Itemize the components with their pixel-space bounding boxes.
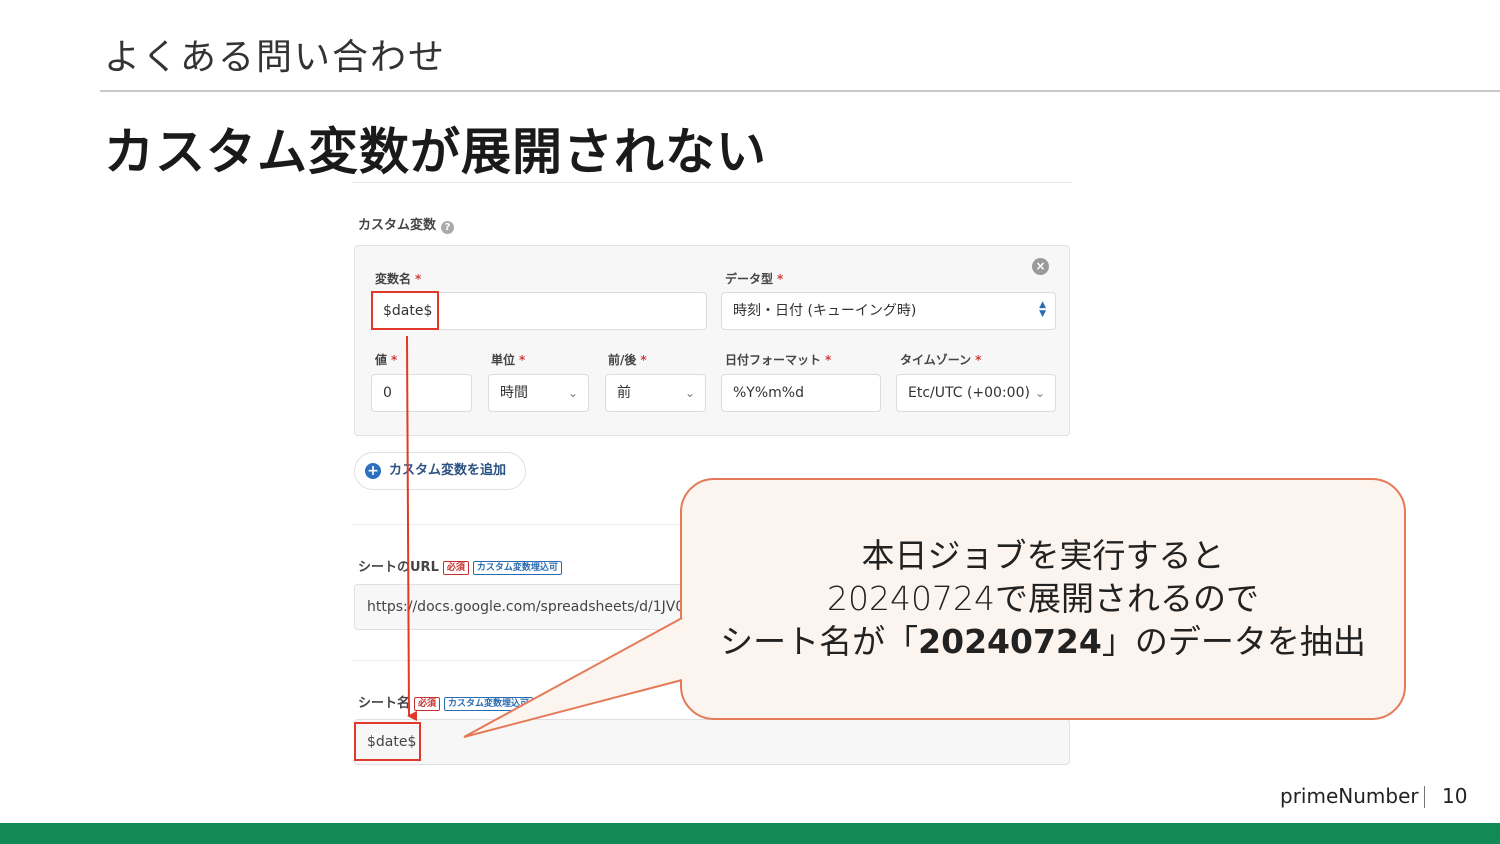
callout-line-1: 本日ジョブを実行すると <box>861 536 1225 575</box>
variable-name-label-text: 変数名 <box>375 272 412 286</box>
value-label-text: 値 <box>375 353 388 367</box>
custom-var-badge: カスタム変数埋込可 <box>444 697 534 711</box>
required-badge: 必須 <box>442 561 469 575</box>
required-mark: * <box>825 353 832 367</box>
callout-text: 本日ジョブを実行すると 20240724で展開されるので シート名が「20240… <box>680 534 1406 663</box>
sheet-name-input[interactable]: $date$ <box>354 719 1070 765</box>
variable-name-highlight <box>371 291 439 330</box>
add-custom-variable-label: カスタム変数を追加 <box>389 463 507 478</box>
before-after-value: 前 <box>617 385 631 401</box>
value-label: 値 * <box>375 351 397 368</box>
required-mark: * <box>640 353 647 367</box>
page-number: 10 <box>1442 784 1468 808</box>
before-after-label: 前/後 * <box>608 351 647 368</box>
required-mark: * <box>975 353 982 367</box>
required-mark: * <box>777 272 784 286</box>
value-input[interactable]: 0 <box>371 374 472 412</box>
plus-icon: + <box>365 463 381 479</box>
custom-variable-card: × 変数名 * $date$ データ型 * 時刻・日付 (キューイング時) ▲ ▼ 値… <box>354 245 1070 436</box>
footer-brand: primeNumber <box>1280 784 1419 808</box>
required-mark: * <box>415 272 422 286</box>
sheet-name-label: シート名 必須 カスタム変数埋込可 <box>358 692 534 711</box>
data-type-select[interactable]: 時刻・日付 (キューイング時) ▲ ▼ <box>721 292 1056 330</box>
add-custom-variable-button[interactable]: + カスタム変数を追加 <box>354 452 526 490</box>
unit-select[interactable]: 時間 ⌄ <box>488 374 589 412</box>
sheet-url-label: シートのURL 必須 カスタム変数埋込可 <box>358 556 562 575</box>
sheet-name-label-text: シート名 <box>358 696 411 711</box>
section-divider <box>100 90 1500 92</box>
custom-variable-heading: カスタム変数? <box>358 214 455 234</box>
data-type-value: 時刻・日付 (キューイング時) <box>733 303 917 319</box>
date-format-label-text: 日付フォーマット <box>725 353 822 367</box>
data-type-label: データ型 * <box>725 270 783 287</box>
section-title: よくある問い合わせ <box>104 37 447 78</box>
required-mark: * <box>519 353 526 367</box>
timezone-value: Etc/UTC (+00:00) <box>908 385 1030 401</box>
unit-label: 単位 * <box>491 351 525 368</box>
custom-variable-heading-text: カスタム変数 <box>358 218 437 233</box>
unit-label-text: 単位 <box>491 353 516 367</box>
data-type-label-text: データ型 <box>725 272 774 286</box>
footer-bar <box>0 823 1500 844</box>
close-icon[interactable]: × <box>1032 258 1049 275</box>
date-format-label: 日付フォーマット * <box>725 351 831 368</box>
callout-line-3-bold: 20240724 <box>918 622 1102 661</box>
screenshot-top-divider <box>352 182 1072 183</box>
sheet-name-highlight <box>354 722 421 761</box>
callout-line-3: シート名が「20240724」のデータを抽出 <box>680 620 1406 663</box>
chevron-down-icon: ⌄ <box>1034 386 1045 400</box>
callout-line-3-pre: シート名が「 <box>720 622 919 661</box>
chevron-down-icon: ⌄ <box>567 386 578 400</box>
up-down-icon: ▲ ▼ <box>1039 300 1046 319</box>
timezone-label-text: タイムゾーン <box>900 353 972 367</box>
required-mark: * <box>391 353 398 367</box>
date-format-input[interactable]: %Y%m%d <box>721 374 881 412</box>
timezone-select[interactable]: Etc/UTC (+00:00) ⌄ <box>896 374 1056 412</box>
required-badge: 必須 <box>414 697 441 711</box>
footer-divider <box>1424 786 1425 808</box>
unit-value: 時間 <box>500 385 528 401</box>
chevron-down-icon: ⌄ <box>684 386 695 400</box>
callout-line-2: 20240724で展開されるので <box>827 579 1259 618</box>
variable-name-label: 変数名 * <box>375 270 421 287</box>
custom-var-badge: カスタム変数埋込可 <box>472 561 562 575</box>
before-after-select[interactable]: 前 ⌄ <box>605 374 706 412</box>
timezone-label: タイムゾーン * <box>900 351 981 368</box>
sheet-url-label-text: シートのURL <box>358 560 439 575</box>
callout-line-3-post: 」のデータを抽出 <box>1101 622 1366 661</box>
help-icon[interactable]: ? <box>441 221 455 234</box>
before-after-label-text: 前/後 <box>608 353 637 367</box>
slide-title: カスタム変数が展開されない <box>104 123 767 181</box>
